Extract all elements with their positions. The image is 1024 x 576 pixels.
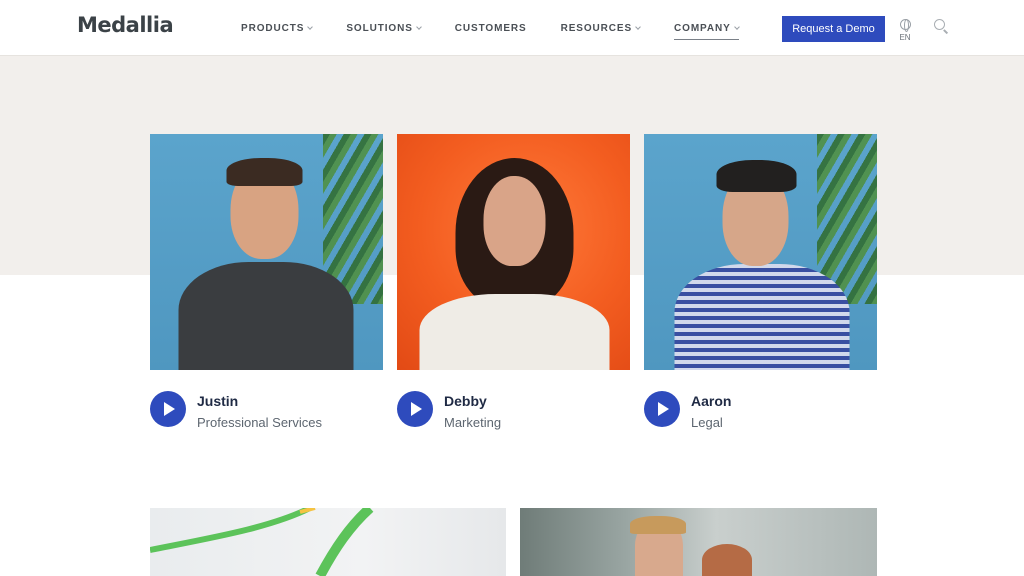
main-nav: PRODUCTS SOLUTIONS CUSTOMERS RESOURCES C…	[241, 0, 773, 56]
chevron-down-icon	[307, 23, 314, 30]
nav-customers-label: CUSTOMERS	[454, 22, 527, 34]
search-icon[interactable]	[934, 19, 949, 34]
graphic-image	[150, 508, 506, 576]
play-button[interactable]	[397, 391, 433, 427]
globe-icon	[899, 19, 911, 32]
curve-graphic	[150, 508, 374, 576]
chevron-down-icon	[733, 23, 740, 30]
nav-products-label: PRODUCTS	[241, 22, 305, 34]
active-underline	[674, 39, 739, 40]
person-name: Aaron	[691, 393, 732, 409]
nav-company-label: COMPANY	[674, 22, 731, 34]
person-photo[interactable]	[397, 134, 630, 370]
person-photo[interactable]	[644, 134, 877, 370]
video-card[interactable]: Justin Professional Services	[150, 134, 383, 430]
nav-company[interactable]: COMPANY	[674, 0, 740, 56]
person-role: Legal	[691, 415, 723, 430]
person-role: Professional Services	[197, 415, 322, 430]
language-selector[interactable]: EN	[897, 19, 913, 42]
nav-customers[interactable]: CUSTOMERS	[455, 0, 527, 56]
chevron-down-icon	[635, 23, 641, 30]
nav-products[interactable]: PRODUCTS	[241, 0, 314, 56]
nav-resources[interactable]: RESOURCES	[560, 0, 641, 56]
language-code: EN	[899, 33, 911, 42]
person-photo[interactable]	[150, 134, 383, 370]
play-button[interactable]	[644, 391, 680, 427]
chevron-down-icon	[415, 23, 422, 30]
nav-solutions[interactable]: SOLUTIONS	[346, 0, 422, 56]
play-button[interactable]	[150, 391, 186, 427]
office-photo	[520, 508, 877, 576]
nav-solutions-label: SOLUTIONS	[346, 22, 413, 34]
site-header: Medallia PRODUCTS SOLUTIONS CUSTOMERS RE…	[0, 0, 1024, 56]
video-card[interactable]: Debby Marketing	[397, 134, 630, 430]
nav-resources-label: RESOURCES	[560, 22, 633, 34]
person-name: Justin	[197, 393, 239, 409]
video-card[interactable]: Aaron Legal	[644, 134, 877, 430]
person-name: Debby	[444, 393, 487, 409]
request-demo-button[interactable]: Request a Demo	[782, 16, 885, 42]
medallia-logo[interactable]: Medallia	[77, 13, 174, 37]
person-role: Marketing	[444, 415, 502, 430]
